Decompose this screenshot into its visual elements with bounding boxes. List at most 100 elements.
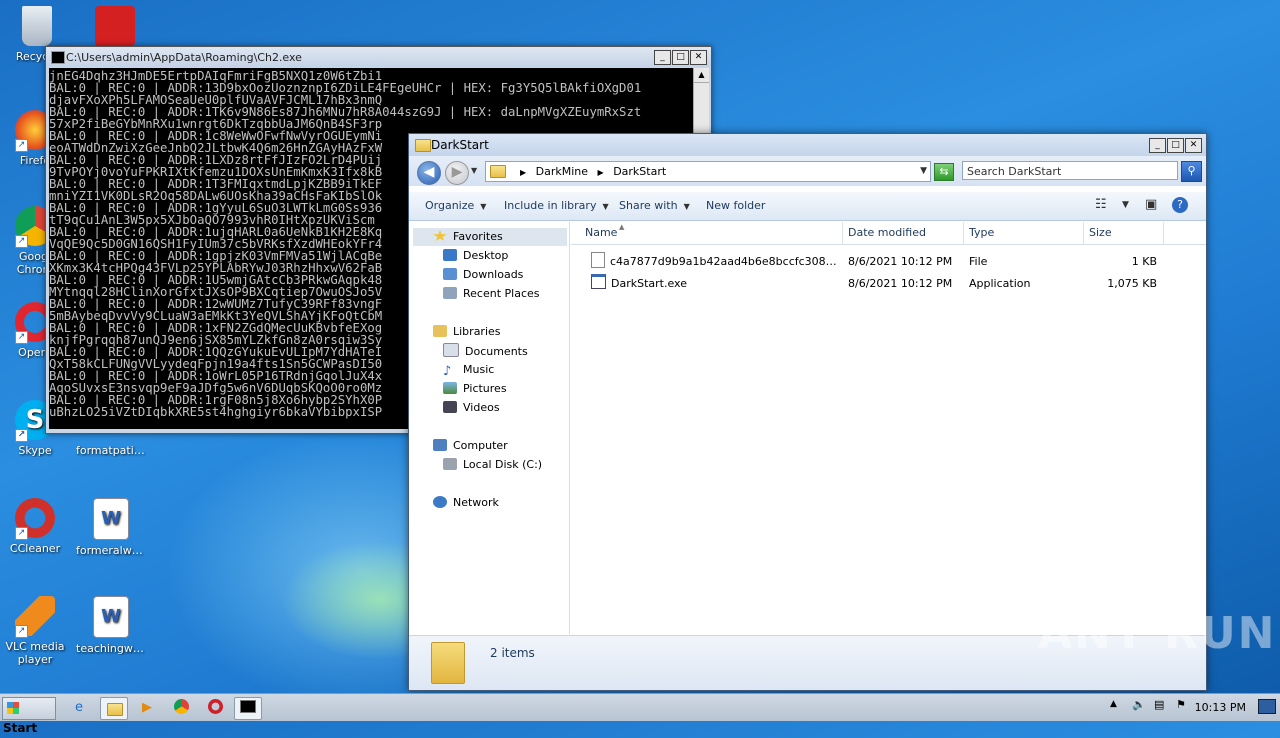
libraries-icon [433,325,447,337]
volume-icon[interactable]: 🔈 [1132,698,1146,711]
acrobat-icon [95,6,135,46]
desktop-icon-acrobat[interactable] [80,6,150,50]
nav-favorites-label: Favorites [453,230,503,243]
folder-icon [107,703,123,716]
breadcrumb-separator-icon[interactable]: ▶ [598,168,604,177]
help-icon[interactable]: ? [1172,197,1188,213]
documents-icon [443,343,459,357]
tray-expand-icon[interactable]: ▲ [1110,699,1117,709]
windows-logo-icon [7,702,19,714]
view-options-icon[interactable]: ☷ [1095,197,1107,212]
nav-documents-label: Documents [465,345,528,358]
explorer-titlebar[interactable]: DarkStart _ □ ✕ [409,134,1206,156]
shortcut-arrow-icon: ↗ [15,625,28,638]
network-icon [433,496,447,508]
shortcut-arrow-icon: ↗ [15,235,28,248]
nav-videos[interactable]: Videos [443,400,500,416]
music-icon: ♪ [443,364,452,379]
desktop-icon-label: CCleaner [9,542,61,555]
minimize-button[interactable]: _ [1149,137,1166,153]
clock[interactable]: 10:13 PM [1195,701,1246,714]
word-document-icon: W [93,596,129,638]
address-dropdown-icon[interactable]: ▼ [920,162,927,181]
desktop-icon-label: teachingwit... [76,642,146,655]
column-date[interactable]: Date modified [843,222,964,244]
nav-libraries[interactable]: Libraries [433,324,501,340]
nav-computer-label: Computer [453,439,508,452]
nav-documents[interactable]: Documents [443,343,528,359]
shortcut-arrow-icon: ↗ [15,527,28,540]
maximize-button[interactable]: □ [672,49,689,65]
nav-network[interactable]: Network [433,495,499,511]
file-name-cell: c4a7877d9b9a1b42aad4b6e8bccfc30891596... [591,252,841,272]
nav-downloads[interactable]: Downloads [443,267,523,283]
recycle-bin-icon [22,6,52,46]
search-input[interactable]: Search DarkStart [962,161,1178,180]
recent-places-icon [443,287,457,299]
organize-button[interactable]: Organize ▼ [425,199,486,212]
console-taskbar-icon[interactable] [234,697,262,720]
preview-pane-icon[interactable]: ▣ [1145,197,1157,212]
back-button[interactable]: ◀ [417,161,441,185]
new-folder-button[interactable]: New folder [706,199,765,212]
maximize-button[interactable]: □ [1167,137,1184,153]
file-date: 8/6/2021 10:12 PM [848,277,953,290]
desktop-icon-teachingwit[interactable]: W teachingwit... [76,596,146,655]
explorer-title: DarkStart [431,138,489,152]
search-icon[interactable]: ⚲ [1181,161,1202,182]
show-desktop-button[interactable] [1258,699,1276,714]
refresh-button[interactable]: ⇆ [934,163,954,181]
forward-button[interactable]: ▶ [445,161,469,185]
include-in-library-button[interactable]: Include in library ▼ [504,199,609,212]
minimize-button[interactable]: _ [654,49,671,65]
share-with-button[interactable]: Share with ▼ [619,199,690,212]
nav-local-disk[interactable]: Local Disk (C:) [443,457,542,473]
scroll-up-icon[interactable]: ▲ [694,68,709,83]
media-player-icon[interactable]: ▶ [134,697,160,718]
network-tray-icon[interactable]: ▤ [1154,698,1164,711]
file-row[interactable]: DarkStart.exe 8/6/2021 10:12 PM Applicat… [571,274,1201,294]
nav-recent-places[interactable]: Recent Places [443,286,540,302]
nav-favorites[interactable]: Favorites [433,229,503,245]
action-center-flag-icon[interactable]: ⚑ [1176,698,1186,711]
desktop-icon-ccleaner[interactable]: ↗ CCleaner [0,498,70,555]
desktop-icon-vlc[interactable]: ↗ VLC media player [0,596,70,666]
view-dropdown-icon[interactable]: ▼ [1122,200,1129,210]
console-app-icon [51,51,65,64]
breadcrumb-darkstart[interactable]: DarkStart [613,165,666,178]
breadcrumb-darkmine[interactable]: DarkMine [536,165,588,178]
file-row[interactable]: c4a7877d9b9a1b42aad4b6e8bccfc30891596...… [571,252,1201,272]
close-button[interactable]: ✕ [1185,137,1202,153]
start-button[interactable]: Start [2,697,56,735]
close-button[interactable]: ✕ [690,49,707,65]
word-document-icon: W [93,498,129,540]
internet-explorer-icon[interactable]: e [66,697,92,718]
opera-taskbar-icon[interactable] [202,697,228,718]
shortcut-arrow-icon: ↗ [15,429,28,442]
breadcrumb-separator-icon[interactable]: ▶ [520,168,526,177]
explorer-taskbar-icon[interactable] [100,697,128,720]
pictures-icon [443,382,457,394]
console-titlebar[interactable]: C:\Users\admin\AppData\Roaming\Ch2.exe _… [46,47,711,67]
file-icon [591,252,605,268]
file-date: 8/6/2021 10:12 PM [848,255,953,268]
nav-pictures-label: Pictures [463,382,507,395]
address-bar[interactable]: ▶ DarkMine ▶ DarkStart ▼ [485,161,931,182]
column-type[interactable]: Type [964,222,1084,244]
desktop-icon-formeralwa[interactable]: W formeralwa... [76,498,146,557]
nav-music[interactable]: ♪ Music [443,362,494,378]
file-name: DarkStart.exe [611,277,687,290]
chrome-taskbar-icon[interactable] [168,697,194,718]
address-row: ◀ ▶ ▼ ▶ DarkMine ▶ DarkStart ▼ ⇆ Search … [409,156,1206,186]
column-size[interactable]: Size [1084,222,1164,244]
recent-pages-chevron-icon[interactable]: ▼ [471,166,477,175]
nav-localdisk-label: Local Disk (C:) [463,458,543,471]
nav-desktop[interactable]: Desktop [443,248,508,264]
folder-icon [415,139,431,152]
start-label: Start [3,721,38,735]
nav-computer[interactable]: Computer [433,438,508,454]
nav-pictures[interactable]: Pictures [443,381,507,397]
column-name[interactable]: Name ▲ [571,222,843,244]
nav-network-label: Network [453,496,499,509]
include-label: Include in library [504,199,597,212]
